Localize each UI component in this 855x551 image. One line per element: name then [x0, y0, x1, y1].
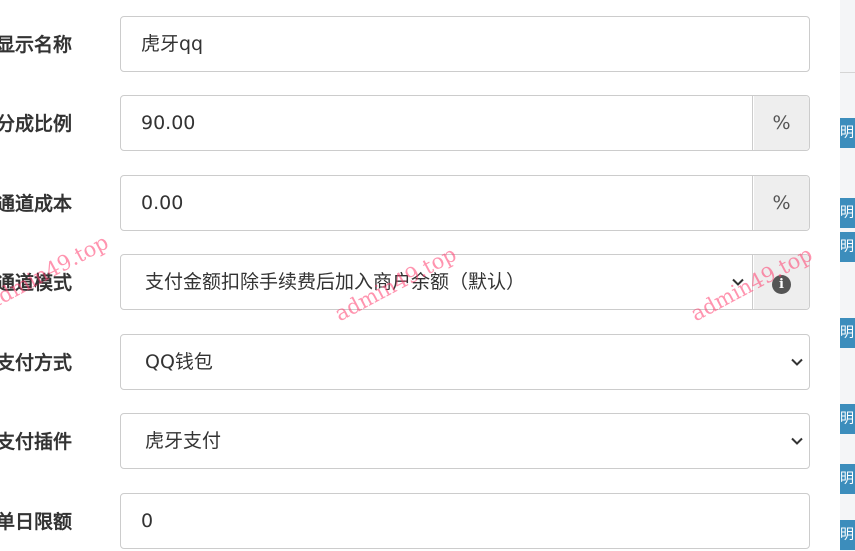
pay-type-select[interactable]: QQ钱包 [120, 334, 810, 390]
background-tab: 明 [840, 118, 855, 148]
pay-type-value: QQ钱包 [145, 351, 213, 373]
channel-cost-value: 0.00 [141, 192, 184, 214]
background-divider [840, 72, 855, 73]
display-name-label: 显示名称 [0, 34, 73, 56]
daily-limit-value: 0 [141, 510, 154, 532]
share-ratio-value: 90.00 [141, 112, 196, 134]
pay-plugin-select[interactable]: 虎牙支付 [120, 413, 810, 469]
background-tab: 明 [840, 404, 855, 434]
form-row-daily-limit: 单日限额 0 [0, 493, 840, 551]
form-row-pay-type: 支付方式 QQ钱包 [0, 334, 840, 392]
channel-cost-input[interactable]: 0.00 % [120, 175, 810, 231]
chevron-down-icon [791, 358, 803, 366]
background-tab: 明 [840, 318, 855, 348]
form-row-channel-cost: 通道成本 0.00 % [0, 175, 840, 233]
form-row-share-ratio: 分成比例 90.00 % [0, 95, 840, 153]
form-row-pay-plugin: 支付插件 虎牙支付 [0, 413, 840, 471]
share-ratio-label: 分成比例 [0, 113, 73, 135]
channel-mode-value: 支付金额扣除手续费后加入商户余额（默认） [145, 271, 526, 293]
share-ratio-input[interactable]: 90.00 % [120, 95, 810, 151]
display-name-input[interactable]: 虎牙qq [120, 16, 810, 72]
background-tab: 明 [840, 520, 855, 550]
pay-plugin-label: 支付插件 [0, 431, 73, 453]
pay-type-label: 支付方式 [0, 352, 73, 374]
daily-limit-input[interactable]: 0 [120, 493, 810, 549]
channel-cost-label: 通道成本 [0, 193, 73, 215]
pay-plugin-value: 虎牙支付 [145, 430, 222, 452]
channel-cost-percent-addon: % [754, 176, 809, 230]
chevron-down-icon [791, 437, 803, 445]
daily-limit-label: 单日限额 [0, 511, 73, 533]
background-tab: 明 [840, 198, 855, 228]
background-tab: 明 [840, 232, 855, 262]
form-row-display-name: 显示名称 虎牙qq [0, 16, 840, 74]
display-name-value: 虎牙qq [141, 33, 204, 55]
background-tab: 明 [840, 464, 855, 494]
share-ratio-percent-addon: % [754, 96, 809, 150]
